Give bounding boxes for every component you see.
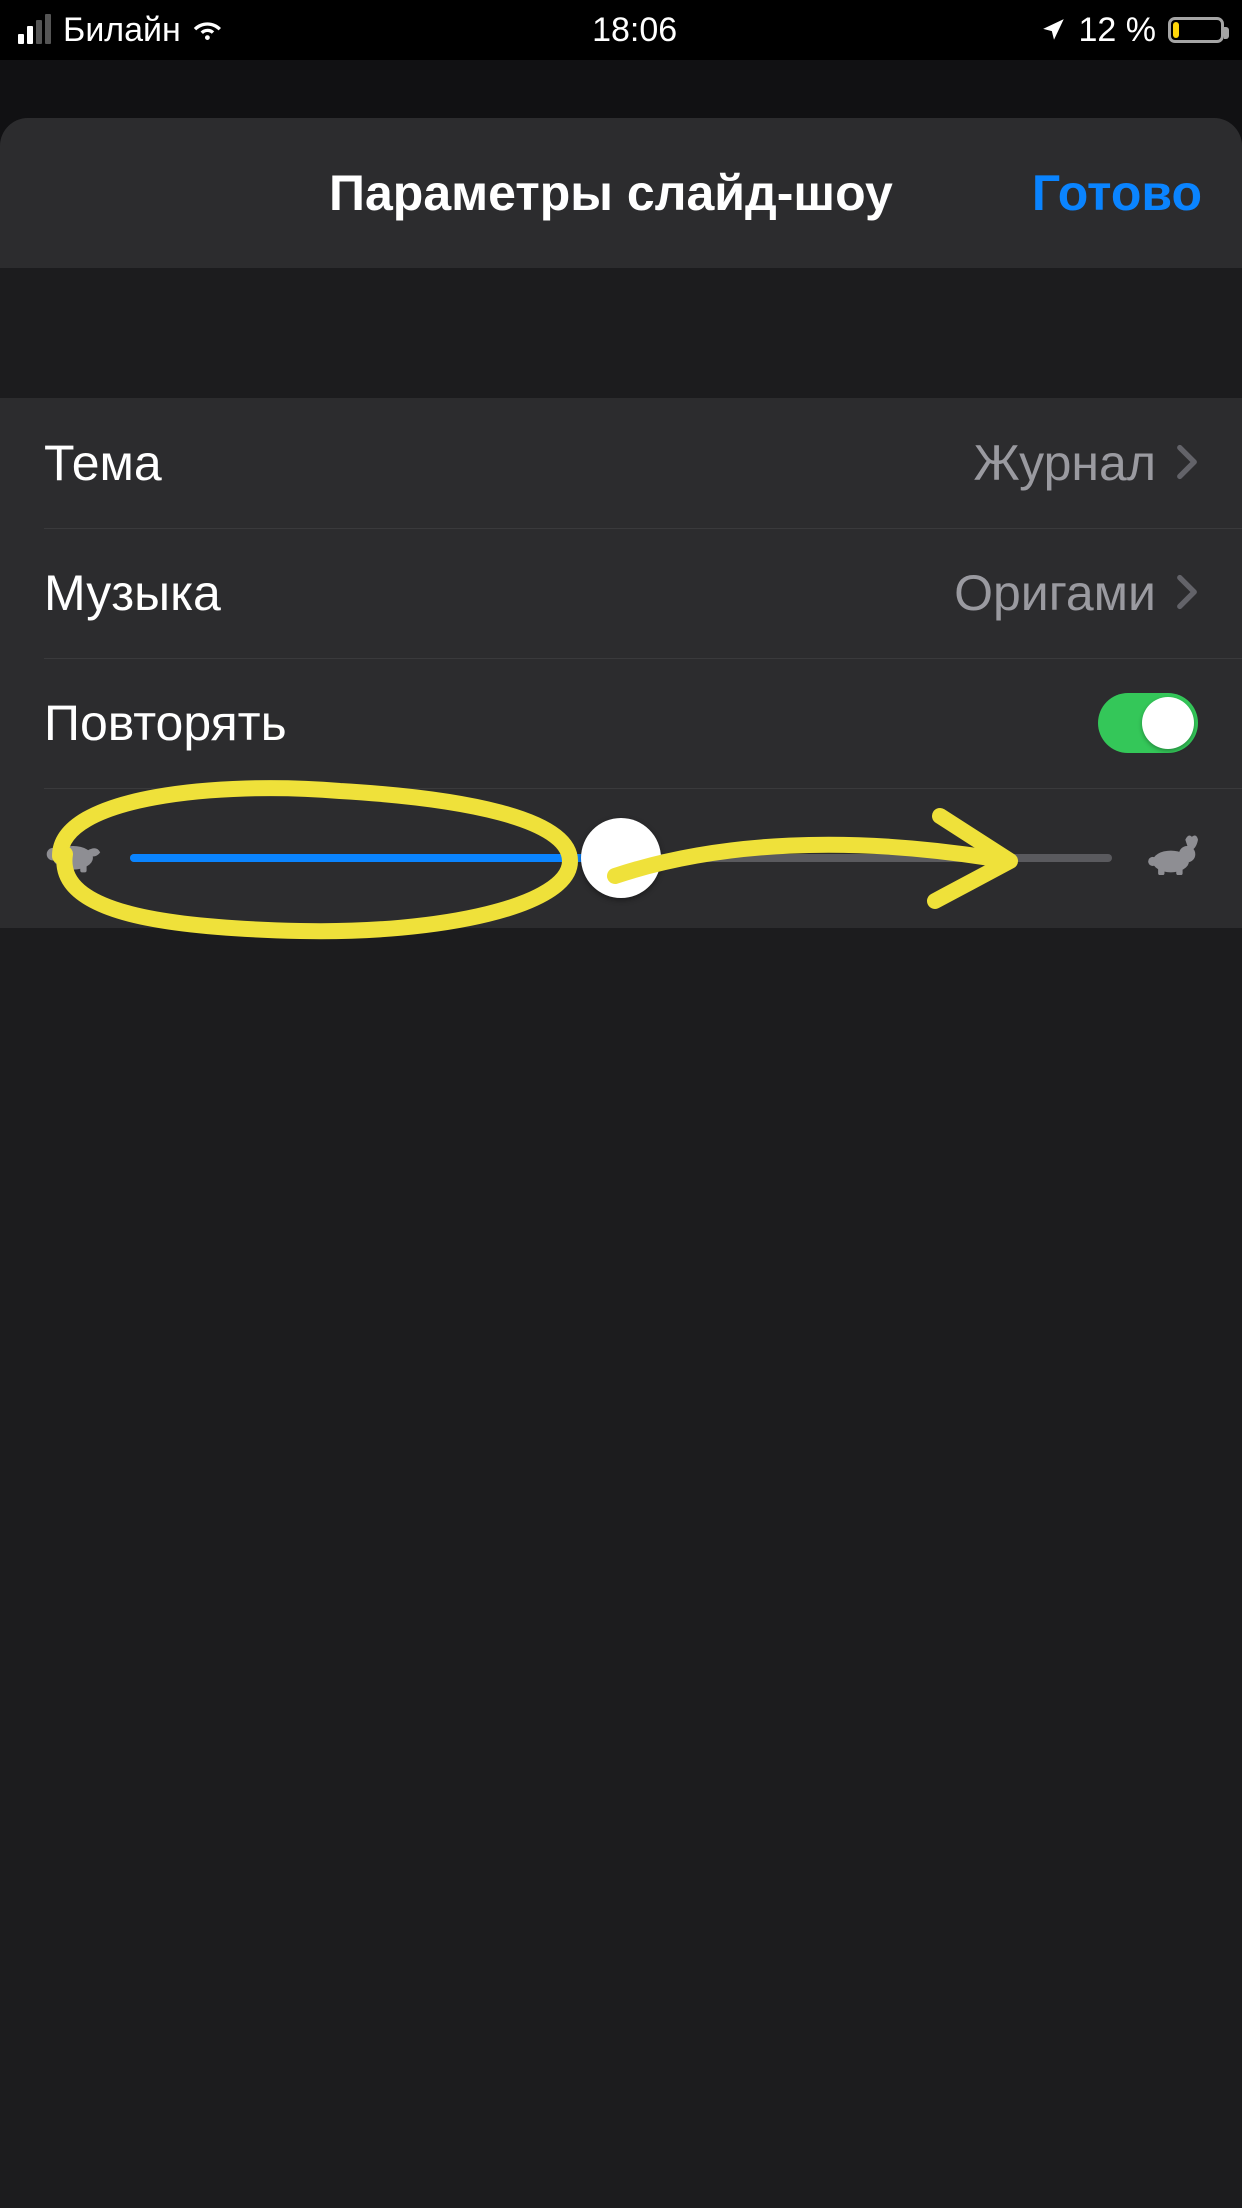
music-value: Оригами bbox=[954, 564, 1156, 622]
chevron-right-icon bbox=[1176, 434, 1198, 492]
sheet-header: Параметры слайд-шоу Готово bbox=[0, 118, 1242, 268]
wifi-icon bbox=[193, 16, 229, 44]
settings-group: Тема Журнал Музыка Оригами Повторять bbox=[0, 398, 1242, 928]
music-label: Музыка bbox=[44, 564, 954, 622]
repeat-row: Повторять bbox=[0, 658, 1242, 788]
battery-pct-label: 12 % bbox=[1079, 11, 1157, 50]
theme-row[interactable]: Тема Журнал bbox=[0, 398, 1242, 528]
slideshow-options-sheet: Параметры слайд-шоу Готово Тема Журнал М… bbox=[0, 118, 1242, 2208]
turtle-icon bbox=[44, 836, 102, 881]
done-button[interactable]: Готово bbox=[1032, 164, 1202, 222]
carrier-label: Билайн bbox=[63, 11, 181, 50]
theme-label: Тема bbox=[44, 434, 974, 492]
speed-slider-row bbox=[0, 788, 1242, 928]
signal-icon bbox=[18, 16, 51, 44]
chevron-right-icon bbox=[1176, 564, 1198, 622]
repeat-label: Повторять bbox=[44, 694, 1098, 752]
speed-slider[interactable] bbox=[130, 854, 1112, 862]
clock-label: 18:06 bbox=[592, 11, 677, 49]
sheet-title: Параметры слайд-шоу bbox=[210, 164, 1012, 222]
location-icon bbox=[1041, 17, 1067, 43]
status-bar: Билайн 18:06 12 % bbox=[0, 0, 1242, 60]
repeat-switch[interactable] bbox=[1098, 693, 1198, 753]
rabbit-icon bbox=[1140, 834, 1198, 883]
theme-value: Журнал bbox=[974, 434, 1156, 492]
battery-icon bbox=[1168, 17, 1224, 43]
music-row[interactable]: Музыка Оригами bbox=[0, 528, 1242, 658]
